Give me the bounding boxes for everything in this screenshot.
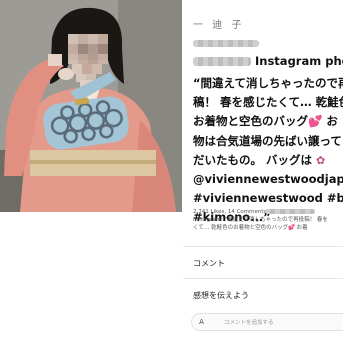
- post-title-row: Instagram pho: [193, 54, 343, 70]
- comment-box[interactable]: A: [191, 313, 343, 331]
- caption-mention[interactable]: @viviennewestwoodjapan: [193, 170, 343, 189]
- photo-illustration: [0, 0, 182, 212]
- caption-line: 稿！ 春を感じたくて… 乾鮭色: [193, 95, 343, 110]
- post-photo[interactable]: [0, 0, 182, 212]
- meta-snippet-line: Instagram: “間違えて消しちゃったので再投稿！ 春を: [193, 217, 328, 223]
- account-name[interactable]: 一 迪 子: [193, 16, 244, 31]
- comments-heading: コメント: [193, 259, 225, 268]
- post-card: 一 迪 子 Instagram pho “間違えて消しちゃったので再 稿！ 春を…: [183, 0, 343, 340]
- caption-line: だいたもの。 バッグは ✿: [193, 151, 343, 170]
- caption-line: お着物と空色のバッグ💕 お: [193, 114, 338, 129]
- caption-line: “間違えて消しちゃったので再: [193, 76, 343, 90]
- divider: [183, 246, 343, 247]
- caption-hashtags[interactable]: #viviennewestwood #bag: [193, 189, 343, 208]
- avatar: A: [199, 318, 204, 326]
- blurred-username: [193, 57, 251, 66]
- flower-icon: ✿: [316, 153, 326, 167]
- blurred-meta: [265, 209, 315, 214]
- feedback-prompt: 感想を伝えよう: [193, 291, 249, 300]
- divider: [183, 278, 343, 279]
- likes-comments-count: 2,741 Likes, 14 Comments -: [193, 208, 343, 216]
- account-header: 一 迪 子: [193, 16, 333, 47]
- meta-snippet-line: くて… 乾鮭色のお着物と空色のバッグ💕 お着: [193, 225, 308, 231]
- post-meta: 2,741 Likes, 14 Comments - Instagram: “間…: [193, 208, 343, 232]
- caption-line: 物は合気道場の先ばい譲ってい: [193, 133, 343, 148]
- caption-line-text: だいたもの。 バッグは: [193, 152, 313, 167]
- comment-input[interactable]: [224, 318, 343, 328]
- blurred-account-detail: [193, 40, 259, 47]
- post-caption: “間違えて消しちゃったので再 稿！ 春を感じたくて… 乾鮭色 お着物と空色のバッ…: [193, 74, 343, 228]
- likes-text: 2,741 Likes, 14 Comments -: [193, 209, 271, 215]
- post-title: Instagram pho: [255, 54, 343, 68]
